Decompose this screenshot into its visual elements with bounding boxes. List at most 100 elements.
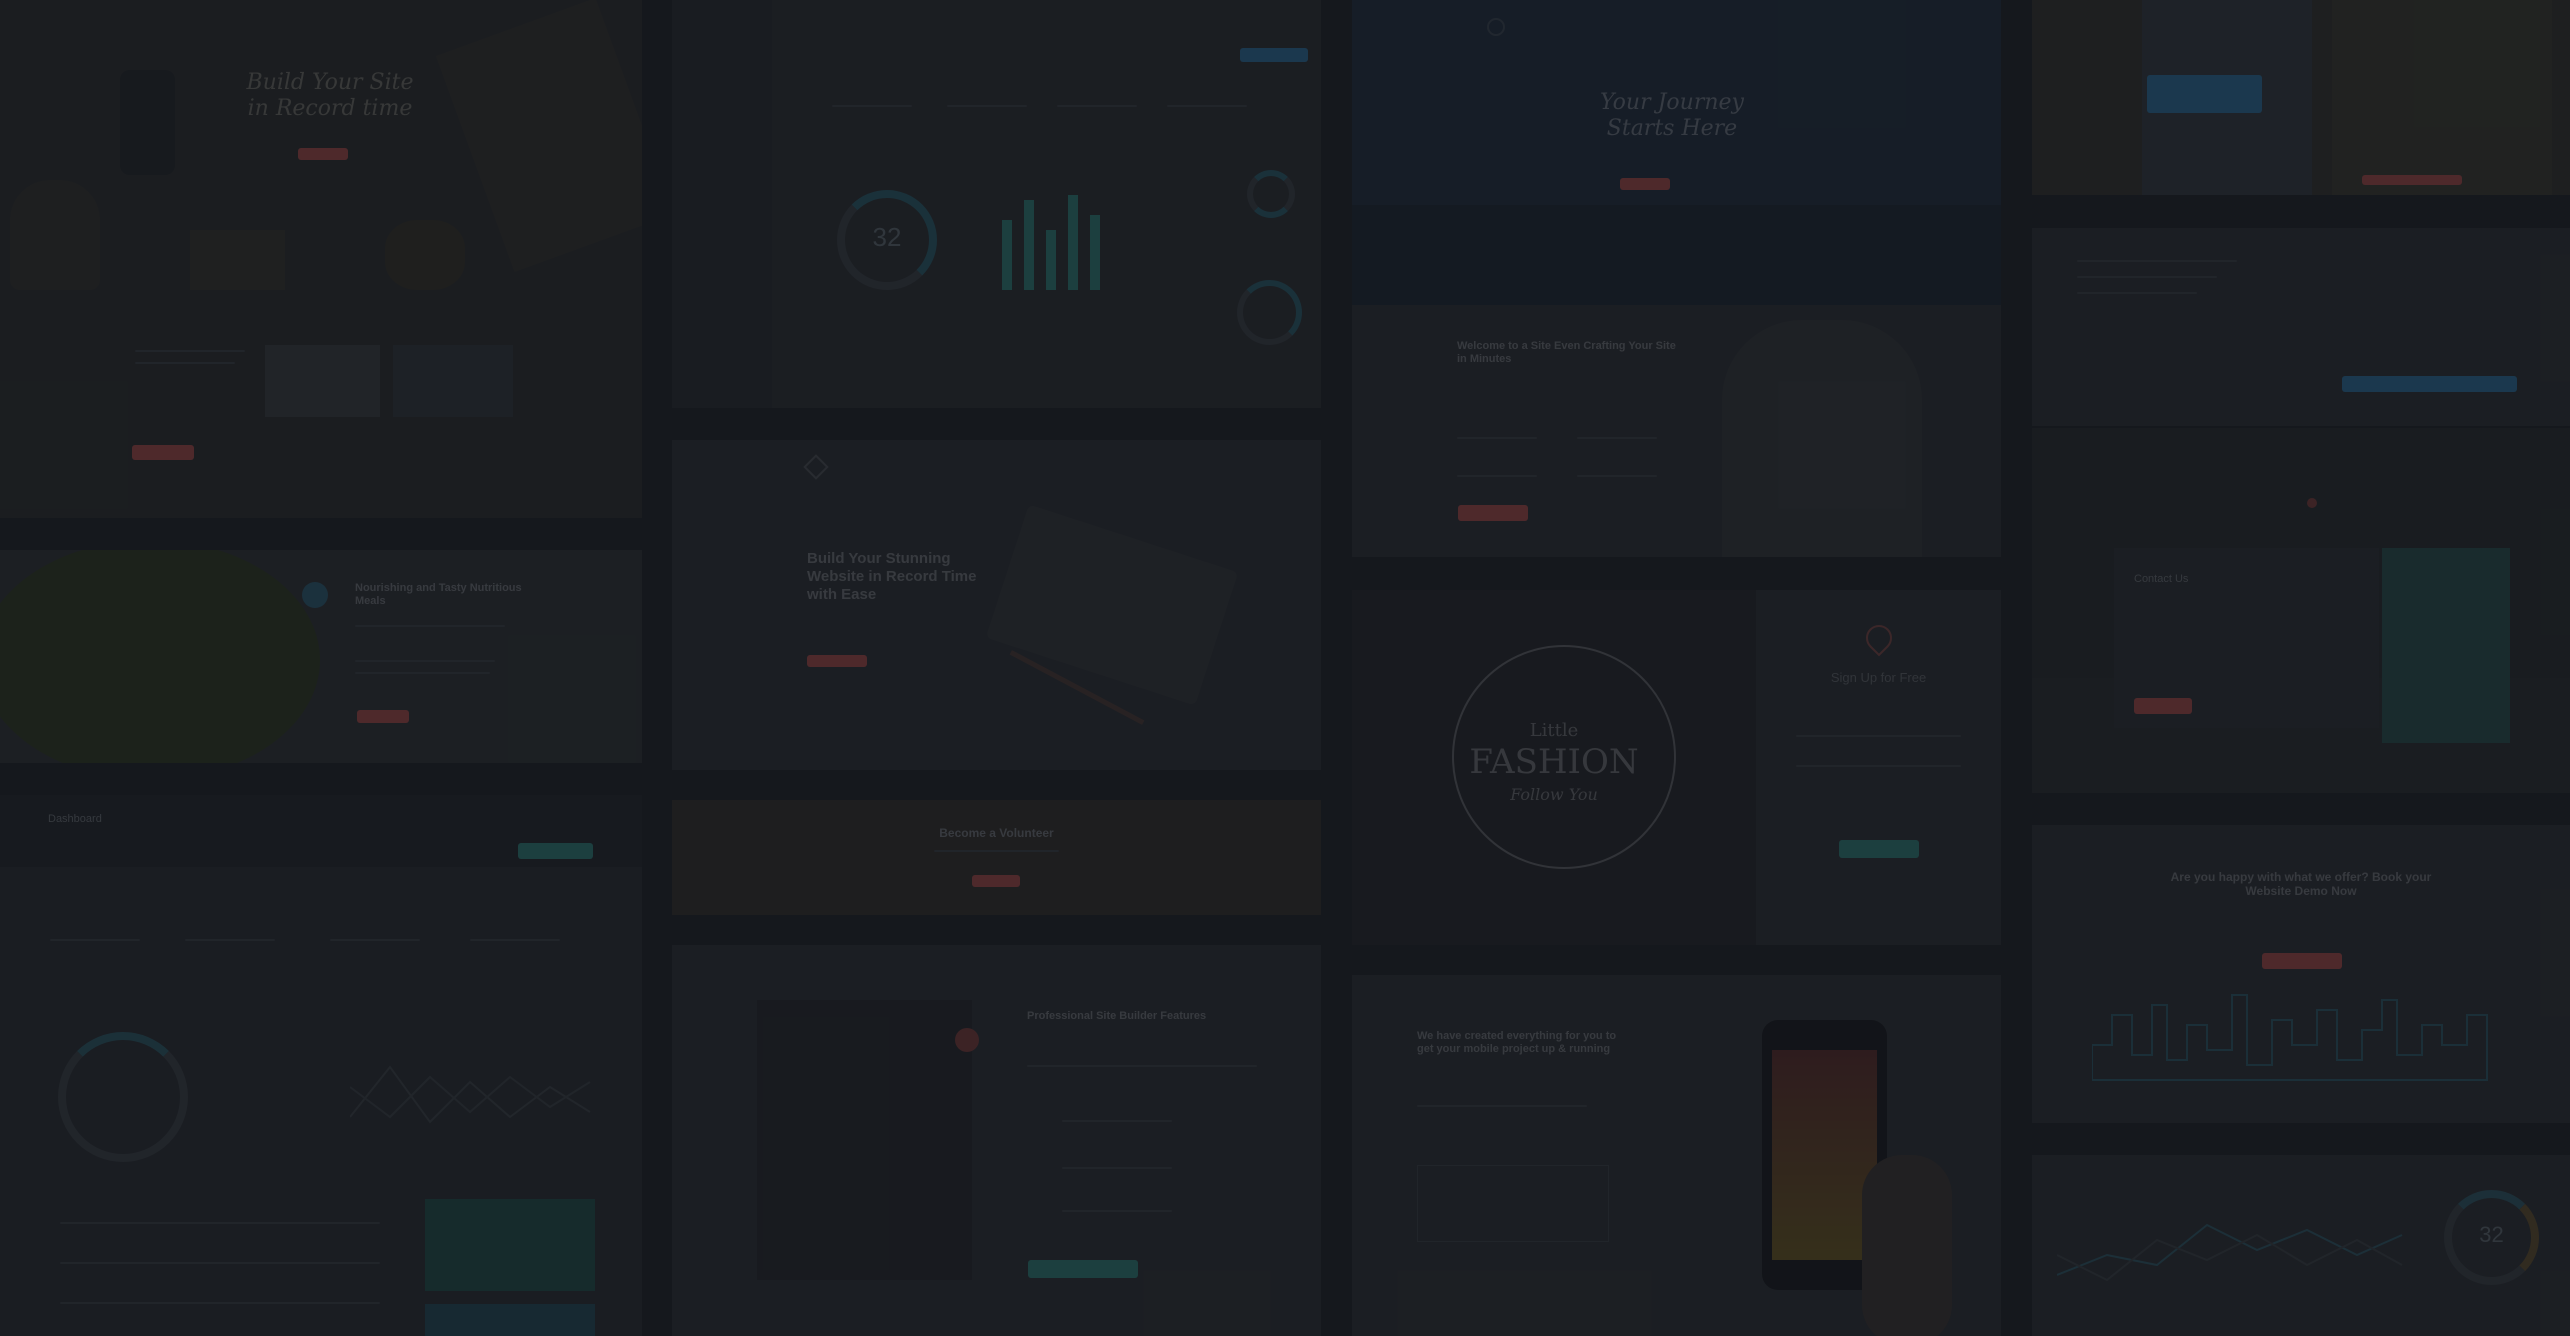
- travel-image-sea: [1352, 205, 2001, 305]
- volunteer-button[interactable]: [972, 875, 1020, 887]
- preview-donut-value: 32: [2479, 1222, 2504, 1247]
- template-preview-signup[interactable]: Sign Up for Free: [1756, 590, 2001, 945]
- nature-image-leaf: [0, 550, 320, 763]
- hero-thumb-2: [393, 345, 513, 417]
- analytics-stat: [1057, 105, 1137, 107]
- hero-text-line: [135, 350, 245, 352]
- builder-logo-icon: [803, 454, 829, 480]
- profile-button[interactable]: [1028, 1260, 1138, 1278]
- info-text-line: [2077, 276, 2217, 278]
- info-button[interactable]: [2342, 376, 2517, 392]
- hero-text-line: [135, 362, 235, 364]
- cta-city-skyline: [2092, 994, 2488, 1081]
- template-preview-contact[interactable]: Contact Us: [2032, 428, 2570, 793]
- analytics-header-button[interactable]: [1240, 48, 1308, 62]
- travel-button[interactable]: [1620, 178, 1670, 190]
- template-preview-travel[interactable]: Your Journey Starts Here: [1352, 0, 2001, 305]
- dashboard-promo-card: [425, 1199, 595, 1291]
- hero-cta-button[interactable]: [298, 148, 348, 160]
- contact-side-panel: [2382, 548, 2510, 743]
- mobile-form-box: [1417, 1165, 1609, 1242]
- person-button[interactable]: [1458, 505, 1528, 521]
- volunteer-text-line: [934, 850, 1059, 852]
- contact-card: Contact Us: [2114, 548, 2379, 728]
- profile-badge-icon: [955, 1028, 979, 1052]
- nature-text-line: [355, 672, 490, 674]
- hero-image-notebook: [435, 0, 642, 273]
- analytics-bar: [1024, 200, 1034, 290]
- profile-image: [757, 1000, 972, 1280]
- dashboard-line-chart: [350, 1065, 591, 1124]
- template-preview-builder[interactable]: Build Your Stunning Website in Record Ti…: [672, 440, 1321, 770]
- template-preview-profile[interactable]: Professional Site Builder Features: [672, 945, 1321, 1336]
- template-preview-cta[interactable]: Are you happy with what we offer? Book y…: [2032, 825, 2570, 1123]
- hero-image-basket: [190, 230, 285, 290]
- column-4: Contact Us Are you happy with what we of…: [2032, 0, 2570, 1336]
- hero-thumb-1: [265, 345, 380, 417]
- hero-secondary-button[interactable]: [132, 445, 194, 460]
- template-preview-hero[interactable]: Build Your Site in Record time: [0, 0, 642, 518]
- fashion-line3: Follow You: [1510, 785, 1598, 804]
- builder-title: Build Your Stunning Website in Record Ti…: [807, 550, 977, 603]
- people-image-2: [2332, 0, 2552, 195]
- template-preview-analytics[interactable]: 32: [672, 0, 1321, 408]
- analytics-stat: [947, 105, 1027, 107]
- table-row: [60, 1222, 380, 1224]
- person-feature: [1577, 437, 1657, 439]
- template-preview-people[interactable]: [2032, 0, 2570, 195]
- cta-title: Are you happy with what we offer? Book y…: [2170, 870, 2432, 899]
- column-1: Build Your Site in Record time Nourishin…: [0, 0, 642, 1336]
- nature-button[interactable]: [357, 710, 409, 723]
- hero-image-plant: [10, 180, 100, 290]
- signup-title: Sign Up for Free: [1830, 670, 1927, 685]
- analytics-donut-value: 32: [872, 222, 902, 252]
- person-image: [1722, 320, 1922, 557]
- person-title: Welcome to a Site Even Crafting Your Sit…: [1457, 340, 1676, 366]
- person-feature: [1457, 437, 1537, 439]
- template-preview-info[interactable]: [2032, 228, 2570, 426]
- builder-cta-button[interactable]: [807, 655, 867, 667]
- nature-badge-icon: [302, 582, 328, 608]
- template-preview-volunteer[interactable]: Become a Volunteer: [672, 800, 1321, 915]
- nature-title: Nourishing and Tasty Nutritious Meals: [355, 582, 522, 608]
- analytics-stat: [832, 105, 912, 107]
- info-text-line: [2077, 260, 2237, 262]
- signup-field: [1796, 735, 1961, 737]
- template-preview-fashion[interactable]: Little FASHION Follow You: [1352, 590, 1756, 945]
- signup-pin-icon: [1860, 619, 1898, 657]
- template-preview-mobile[interactable]: We have created everything for you to ge…: [1352, 975, 2001, 1336]
- signup-field: [1796, 765, 1961, 767]
- analytics-bar: [1090, 215, 1100, 290]
- dashboard-action-button[interactable]: [518, 843, 593, 859]
- mobile-text-line: [1417, 1105, 1587, 1107]
- template-preview-dashboard[interactable]: Dashboard: [0, 795, 642, 1336]
- people-button[interactable]: [2362, 175, 2462, 185]
- analytics-stat: [1167, 105, 1247, 107]
- signup-submit-button[interactable]: [1839, 840, 1919, 858]
- column-2: 32 Build Your Stunning Website in Record…: [672, 0, 1321, 1336]
- contact-label: Contact Us: [2134, 573, 2189, 585]
- template-preview-person[interactable]: Welcome to a Site Even Crafting Your Sit…: [1352, 305, 2001, 557]
- profile-feature: [1062, 1167, 1172, 1169]
- nature-text-line: [355, 625, 505, 627]
- mobile-hand: [1862, 1155, 1952, 1336]
- travel-title: Your Journey Starts Here: [1600, 90, 1744, 142]
- dashboard-promo-card-2: [425, 1304, 595, 1336]
- profile-text-line: [1027, 1065, 1257, 1067]
- fashion-line2: FASHION: [1469, 742, 1639, 782]
- template-preview-chart[interactable]: 32: [2032, 1155, 2570, 1336]
- template-preview-nature[interactable]: Nourishing and Tasty Nutritious Meals: [0, 550, 642, 763]
- profile-feature: [1062, 1210, 1172, 1212]
- cta-button[interactable]: [2262, 953, 2342, 969]
- analytics-mini-gauge: [1237, 280, 1302, 345]
- dashboard-gauge: [58, 1032, 188, 1162]
- people-overlay-button[interactable]: [2147, 75, 2262, 113]
- dashboard-brand: Dashboard: [48, 813, 102, 825]
- nature-text-line: [355, 660, 495, 662]
- profile-title: Professional Site Builder Features: [1027, 1010, 1207, 1022]
- person-feature: [1457, 475, 1537, 477]
- contact-submit-button[interactable]: [2134, 698, 2192, 714]
- mobile-title: We have created everything for you to ge…: [1417, 1030, 1617, 1056]
- hero-image-cactus: [385, 220, 465, 290]
- profile-feature: [1062, 1120, 1172, 1122]
